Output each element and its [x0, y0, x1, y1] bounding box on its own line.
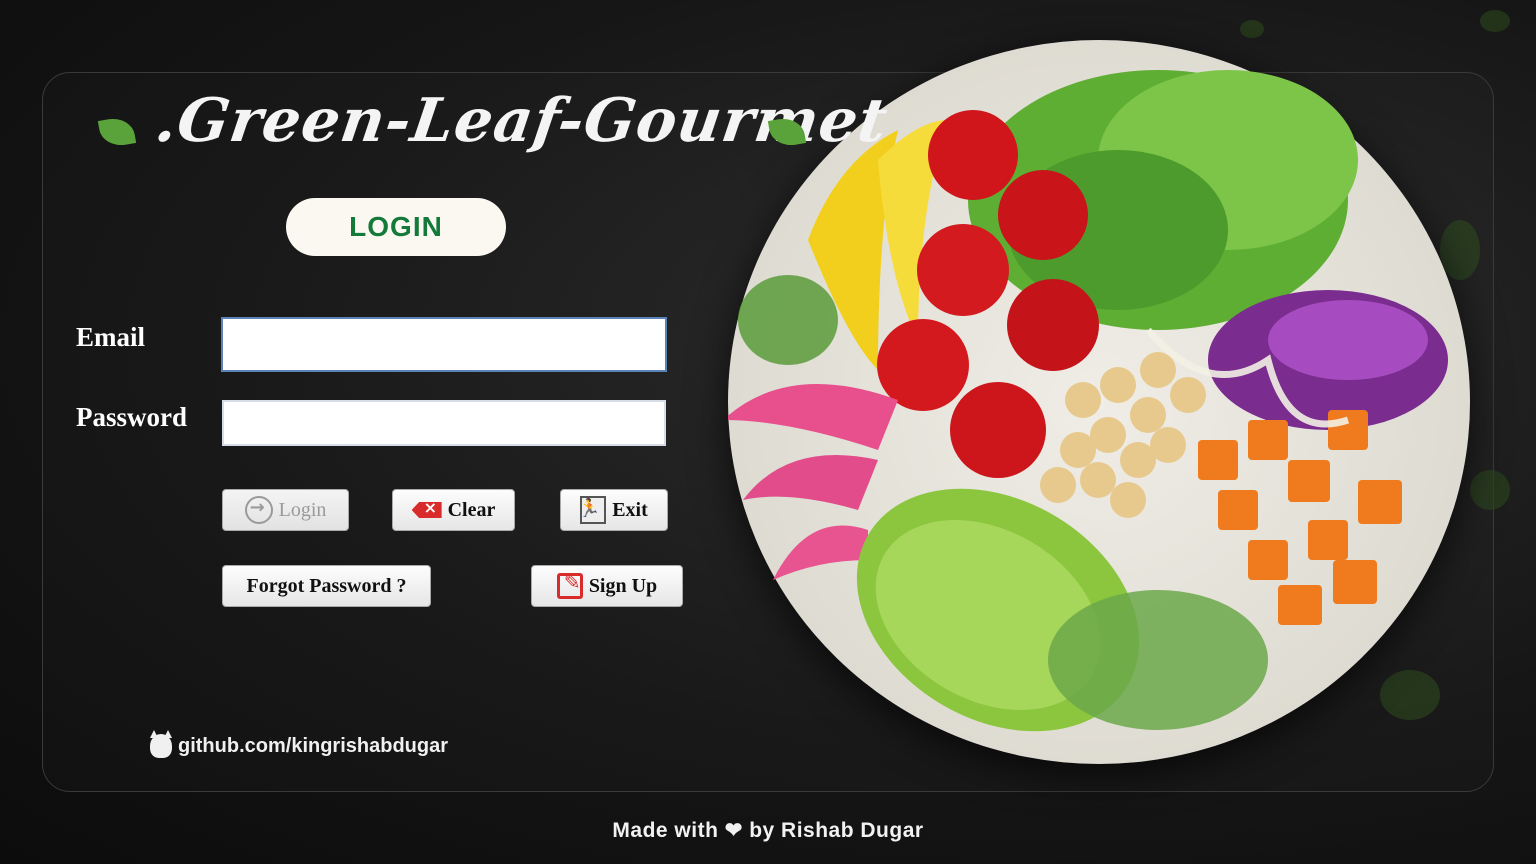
login-button[interactable]: Login: [222, 489, 349, 531]
sign-up-label: Sign Up: [588, 574, 658, 597]
password-field[interactable]: [222, 400, 666, 446]
clear-button-label: Clear: [447, 498, 496, 521]
edit-icon: [556, 570, 583, 599]
password-label: Password: [76, 402, 188, 432]
login-heading: LOGIN: [286, 198, 506, 256]
backspace-icon: [411, 502, 442, 518]
background-leaf-speck: [1480, 10, 1510, 32]
github-link[interactable]: github.com/kingrishabdugar: [150, 734, 448, 758]
brand-title: .Green-Leaf-Gourmet: [97, 82, 892, 192]
background-leaf-speck: [1240, 20, 1264, 38]
sign-up-button[interactable]: Sign Up: [531, 565, 683, 607]
exit-button-label: Exit: [612, 498, 648, 521]
login-arrow-icon: [244, 496, 273, 524]
login-button-label: Login: [278, 498, 327, 521]
forgot-password-button[interactable]: Forgot Password ?: [222, 565, 431, 607]
exit-button[interactable]: Exit: [560, 489, 668, 531]
github-icon: [150, 734, 172, 758]
leaf-icon: [97, 115, 137, 149]
forgot-password-label: Forgot Password ?: [246, 574, 407, 597]
email-label: Email: [76, 322, 146, 352]
github-link-text: github.com/kingrishabdugar: [178, 734, 449, 757]
exit-door-icon: [578, 496, 607, 524]
footer-credit: Made with ❤ by Rishab Dugar: [612, 819, 924, 842]
email-field[interactable]: [221, 317, 667, 372]
clear-button[interactable]: Clear: [392, 489, 515, 531]
